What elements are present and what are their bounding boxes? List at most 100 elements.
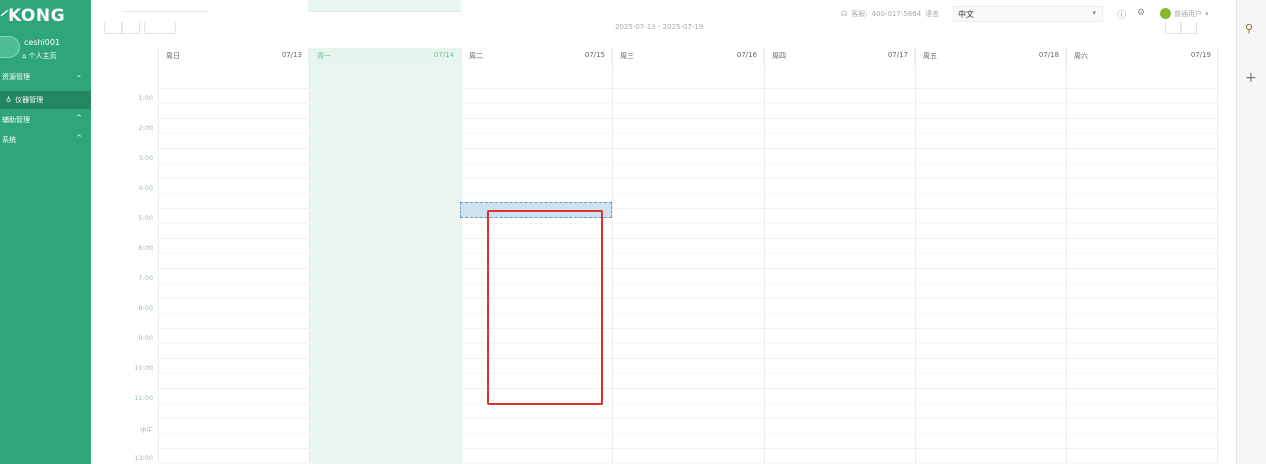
time-label: 1:00 (138, 94, 153, 102)
grid-line (915, 48, 916, 464)
day-name: 周日 (166, 52, 180, 60)
avatar[interactable] (0, 36, 20, 58)
day-header-fri[interactable]: 周五 07/18 (915, 48, 1066, 65)
day-date: 07/19 (1190, 51, 1211, 59)
gear-icon[interactable]: ⚙ (1137, 8, 1145, 18)
home-icon: ⌂ (22, 52, 27, 60)
hour-line (158, 418, 1218, 419)
grid-line (158, 48, 159, 464)
view-week-button[interactable] (1165, 22, 1181, 34)
next-week-button[interactable] (122, 22, 140, 34)
hotline-number: 400-017-5664 (871, 10, 922, 18)
chevron-up-icon: ^ (76, 114, 82, 122)
hour-line (158, 178, 1218, 179)
day-header-thu[interactable]: 周四 07/17 (764, 48, 915, 65)
menu-system[interactable]: 系统 ^ (0, 131, 91, 149)
hotline: ☊ 客服: 400-017-5664 语言 (841, 9, 939, 19)
day-name: 周三 (620, 52, 634, 60)
personal-home-link[interactable]: ⌂ 个人主页 (22, 51, 56, 61)
time-label: 8:00 (138, 304, 153, 312)
day-name: 周一 (317, 52, 331, 60)
language-select[interactable]: 中文 ▾ (953, 6, 1103, 22)
menu-label: 系统 (2, 136, 16, 144)
logo[interactable]: ⸍KONG (0, 6, 65, 26)
time-label: 9:00 (138, 334, 153, 342)
language-label: 语言 (925, 10, 940, 18)
plus-icon[interactable]: + (1245, 70, 1257, 86)
user-role-label: 普通用户 (1174, 9, 1202, 18)
menu-resource-management[interactable]: 资源管理 ⌄ (0, 68, 91, 86)
user-name: ceshi001 (24, 38, 61, 47)
user-role-icon (1160, 8, 1171, 19)
time-label: 7:00 (138, 274, 153, 282)
day-date: 07/14 (433, 51, 454, 59)
day-header-wed[interactable]: 周三 07/16 (612, 48, 764, 65)
day-date: 07/18 (1038, 51, 1059, 59)
user-menu[interactable]: 普通用户 ▾ (1160, 8, 1209, 19)
hour-line (158, 238, 1218, 239)
date-range: 2025-07-13 - 2025-07-19 (615, 23, 704, 31)
day-date: 07/17 (887, 51, 908, 59)
personal-home-label: 个人主页 (28, 52, 57, 60)
time-label: 中午 (140, 426, 153, 434)
chevron-down-icon: ⌄ (76, 71, 82, 79)
chevron-down-icon: ▾ (1205, 9, 1209, 18)
time-label: 2:00 (138, 124, 153, 132)
sidebar: ⸍KONG ceshi001 ⌂ 个人主页 资源管理 ⌄ ♁ 仪器管理 辅助管理… (0, 0, 91, 464)
half-hour-line (158, 373, 1218, 374)
menu-auxiliary-management[interactable]: 辅助管理 ^ (0, 111, 91, 129)
headset-icon: ☊ (841, 10, 848, 18)
time-label: 4:00 (138, 184, 153, 192)
today-column[interactable] (309, 48, 461, 464)
time-label: 6:00 (138, 244, 153, 252)
half-hour-line (158, 253, 1218, 254)
hour-line (158, 388, 1218, 389)
highlight-box (487, 210, 603, 405)
grid-line (309, 48, 310, 464)
hour-line (158, 208, 1218, 209)
header-strip-today (308, 0, 461, 12)
grid-line (1066, 48, 1067, 464)
hour-line (158, 268, 1218, 269)
logo-text: KONG (8, 6, 66, 26)
half-hour-line (158, 103, 1218, 104)
instrument-icon: ♁ (6, 96, 12, 104)
day-name: 周五 (923, 52, 937, 60)
day-name: 周六 (1074, 52, 1088, 60)
today-button[interactable] (144, 22, 176, 34)
grid-line (612, 48, 613, 464)
time-label: 3:00 (138, 154, 153, 162)
week-calendar: 周日 07/13 周一 07/14 周二 07/15 周三 07/16 周四 0… (107, 48, 1218, 464)
half-hour-line (158, 433, 1218, 434)
header-strip (123, 0, 208, 12)
hour-line (158, 298, 1218, 299)
menu-label: 辅助管理 (2, 116, 30, 124)
info-icon[interactable]: ⓘ (1117, 8, 1126, 21)
day-name: 周四 (772, 52, 786, 60)
half-hour-line (158, 133, 1218, 134)
menu-label: 资源管理 (2, 73, 30, 81)
right-toolbar: ⚲ + (1236, 0, 1266, 464)
day-date: 07/16 (736, 51, 757, 59)
menu-instrument-management[interactable]: ♁ 仪器管理 (0, 91, 91, 109)
day-header-tue[interactable]: 周二 07/15 (461, 48, 612, 65)
time-label: 5:00 (138, 214, 153, 222)
hotline-label: 客服: (851, 10, 868, 18)
half-hour-line (158, 283, 1218, 284)
day-name: 周二 (469, 52, 483, 60)
day-header-sat[interactable]: 周六 07/19 (1066, 48, 1218, 65)
user-admin-icon[interactable]: ⚲ (1245, 22, 1253, 35)
prev-week-button[interactable] (104, 22, 122, 34)
half-hour-line (158, 223, 1218, 224)
hour-line (158, 148, 1218, 149)
day-header-mon[interactable]: 周一 07/14 (309, 48, 461, 65)
hour-line (158, 328, 1218, 329)
half-hour-line (158, 163, 1218, 164)
day-header-sun[interactable]: 周日 07/13 (158, 48, 309, 65)
hour-line (158, 88, 1218, 89)
grid-line (461, 48, 462, 464)
chevron-up-icon: ^ (76, 134, 82, 142)
chevron-down-icon: ▾ (1092, 9, 1096, 17)
view-day-button[interactable] (1181, 22, 1197, 34)
half-hour-line (158, 343, 1218, 344)
